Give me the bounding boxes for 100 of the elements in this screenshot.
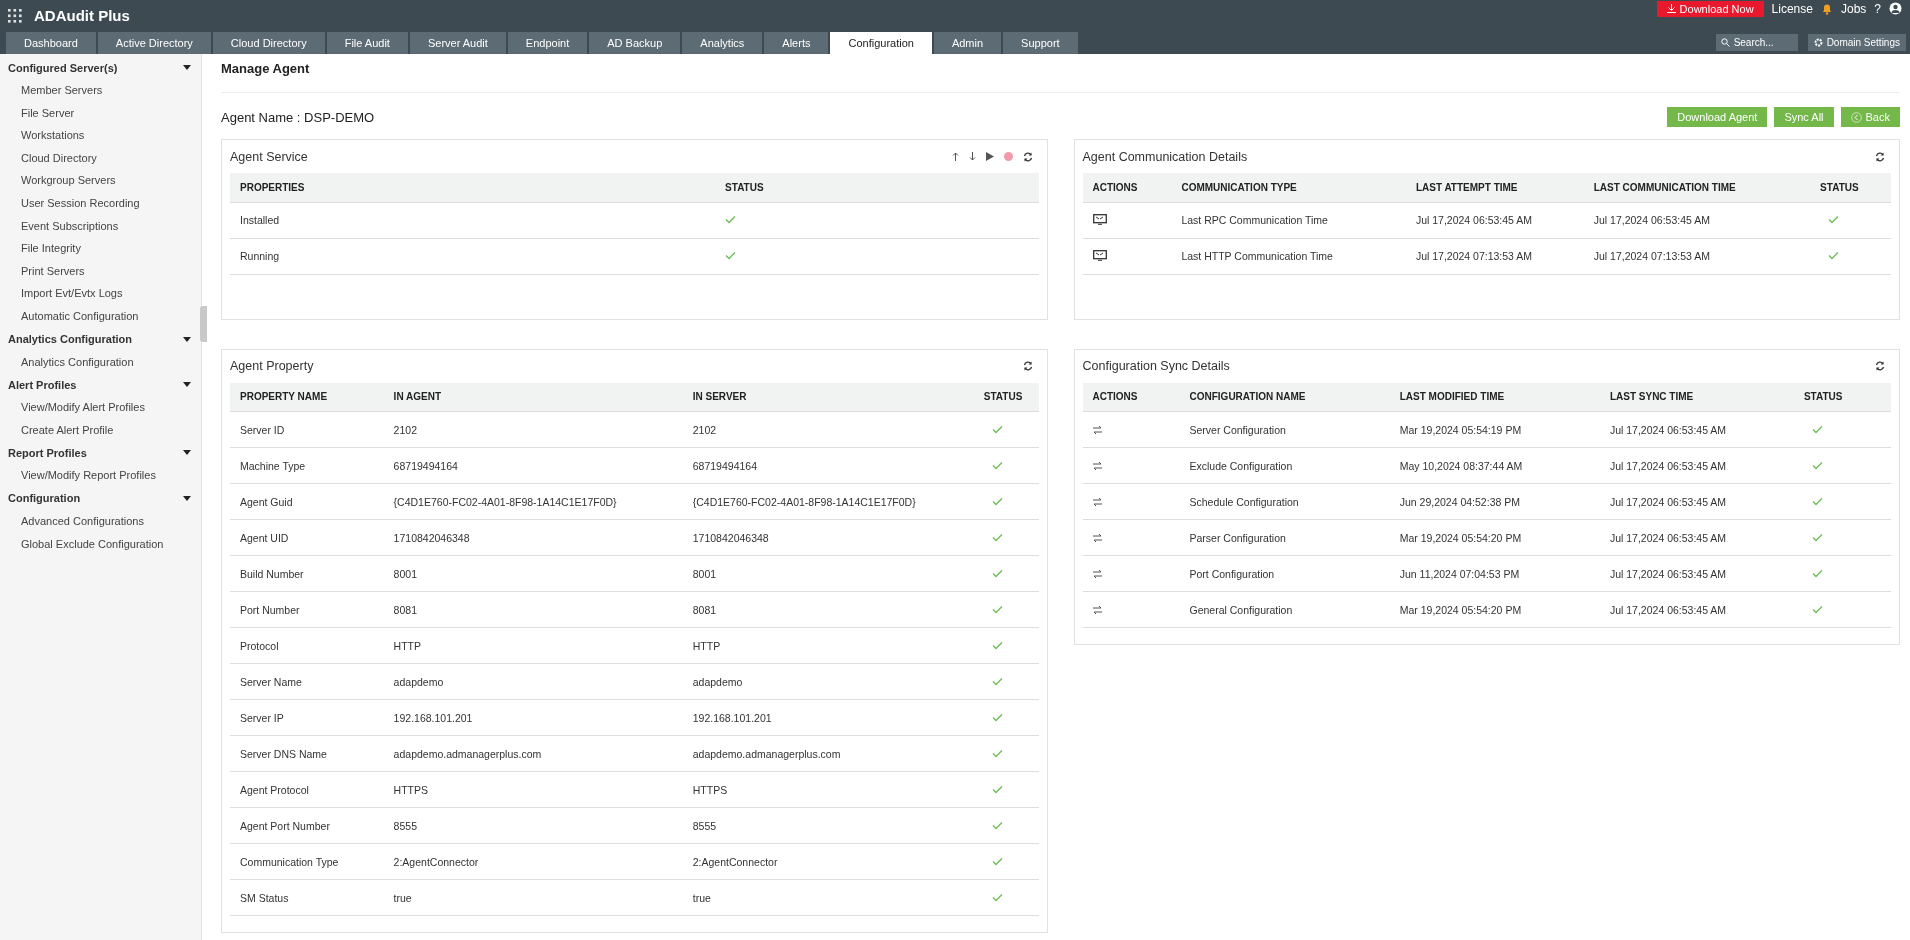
sidebar-item[interactable]: Cloud Directory bbox=[0, 146, 201, 170]
sidebar-item[interactable]: Workgroup Servers bbox=[0, 169, 201, 192]
table-cell: 8081 bbox=[383, 591, 683, 628]
table-cell: Jul 17,2024 06:53:45 AM bbox=[1599, 555, 1794, 592]
nav-tab[interactable]: File Audit bbox=[326, 32, 408, 54]
caret-icon[interactable] bbox=[183, 382, 191, 388]
table-cell: 2:AgentConnector bbox=[682, 843, 974, 880]
collapse-handle[interactable] bbox=[200, 306, 207, 342]
table-cell: Build Number bbox=[230, 555, 384, 592]
column-header: IN AGENT bbox=[383, 382, 683, 412]
nav-tab[interactable]: Cloud Directory bbox=[212, 32, 325, 54]
up-arrow-icon[interactable] bbox=[951, 152, 959, 161]
table-cell: Last HTTP Communication Time bbox=[1171, 238, 1406, 274]
table-cell: true bbox=[383, 879, 683, 916]
sidebar-item[interactable]: Global Exclude Configuration bbox=[0, 532, 201, 556]
table-cell: 68719494164 bbox=[682, 447, 974, 484]
nav-tab[interactable]: Support bbox=[1003, 32, 1078, 54]
sync-arrows-icon[interactable] bbox=[1092, 569, 1102, 578]
table-cell: HTTP bbox=[383, 627, 683, 664]
table-cell: 192.168.101.201 bbox=[383, 699, 683, 736]
caret-icon[interactable] bbox=[183, 450, 191, 456]
table-cell: General Configuration bbox=[1179, 591, 1390, 628]
nav-tab[interactable]: Admin bbox=[933, 32, 1002, 54]
column-header: LAST SYNC TIME bbox=[1599, 382, 1794, 412]
monitor-icon[interactable] bbox=[1092, 249, 1107, 261]
refresh-icon[interactable] bbox=[1022, 151, 1033, 162]
sidebar-item[interactable]: Analytics Configuration bbox=[0, 350, 201, 374]
table-cell: adapdemo bbox=[383, 663, 683, 700]
nav-tab[interactable]: Active Directory bbox=[97, 32, 211, 54]
sidebar-section-title: Analytics Configuration bbox=[8, 333, 133, 346]
jobs-link[interactable]: Jobs bbox=[1840, 1, 1867, 16]
table-cell: HTTPS bbox=[682, 771, 974, 808]
column-header: LAST COMMUNICATION TIME bbox=[1583, 173, 1811, 202]
down-arrow-icon[interactable] bbox=[968, 152, 976, 161]
grid-menu-icon[interactable] bbox=[8, 8, 22, 23]
sidebar-item[interactable]: Member Servers bbox=[0, 79, 201, 102]
sidebar-item[interactable]: File Integrity bbox=[0, 237, 201, 260]
column-header: COMMUNICATION TYPE bbox=[1171, 173, 1406, 202]
panel-title: Agent Service bbox=[230, 149, 308, 164]
table-cell: 8001 bbox=[383, 555, 683, 592]
table-cell: 8555 bbox=[682, 807, 974, 844]
play-icon[interactable] bbox=[985, 152, 994, 161]
sidebar-item[interactable]: View/Modify Alert Profiles bbox=[0, 396, 201, 419]
nav-tab[interactable]: Alerts bbox=[764, 32, 829, 54]
search-field[interactable]: Search... bbox=[1715, 34, 1798, 51]
table-cell: 2102 bbox=[682, 411, 974, 448]
sidebar-item[interactable]: Advanced Configurations bbox=[0, 509, 201, 533]
table-cell: Jul 17,2024 07:13:53 AM bbox=[1583, 238, 1811, 274]
table-cell: Machine Type bbox=[230, 447, 384, 484]
table-cell: Agent Protocol bbox=[230, 771, 384, 808]
sidebar-item[interactable]: Event Subscriptions bbox=[0, 214, 201, 238]
bell-icon[interactable] bbox=[1820, 2, 1833, 15]
refresh-icon[interactable] bbox=[1875, 151, 1885, 162]
caret-icon[interactable] bbox=[183, 336, 191, 342]
nav-tab[interactable]: Analytics bbox=[682, 32, 763, 54]
nav-tab[interactable]: Dashboard bbox=[6, 32, 96, 54]
sync-arrows-icon[interactable] bbox=[1092, 425, 1102, 434]
table-cell: Server Configuration bbox=[1179, 411, 1390, 448]
sidebar-item[interactable]: User Session Recording bbox=[0, 191, 201, 215]
nav-tab[interactable]: Endpoint bbox=[507, 32, 588, 54]
refresh-icon[interactable] bbox=[1875, 361, 1885, 371]
table-cell: Protocol bbox=[230, 627, 384, 664]
nav-tab[interactable]: Server Audit bbox=[409, 32, 506, 54]
table-cell: 8555 bbox=[383, 807, 683, 844]
domain-settings-button[interactable]: Domain Settings bbox=[1807, 34, 1906, 51]
table-cell: Mar 19,2024 05:54:20 PM bbox=[1389, 591, 1600, 628]
sync-arrows-icon[interactable] bbox=[1092, 533, 1102, 542]
page-title: Manage Agent bbox=[221, 54, 1900, 93]
sidebar-item[interactable]: Create Alert Profile bbox=[0, 418, 201, 442]
nav-tab[interactable]: Configuration bbox=[830, 32, 932, 54]
sync-arrows-icon[interactable] bbox=[1092, 497, 1102, 506]
table-cell: Jul 17,2024 06:53:45 AM bbox=[1599, 411, 1794, 448]
user-icon[interactable] bbox=[1889, 2, 1902, 15]
monitor-icon[interactable] bbox=[1092, 213, 1107, 225]
agent-name: Agent Name : DSP-DEMO bbox=[221, 109, 375, 125]
sidebar-item[interactable]: Print Servers bbox=[0, 259, 201, 283]
sync-arrows-icon[interactable] bbox=[1092, 605, 1102, 614]
table-cell: May 10,2024 08:37:44 AM bbox=[1389, 447, 1600, 484]
caret-icon[interactable] bbox=[183, 65, 191, 70]
sidebar-section-title: Configuration bbox=[8, 492, 81, 505]
table-cell: Port Number bbox=[230, 591, 384, 628]
sidebar-item[interactable]: View/Modify Report Profiles bbox=[0, 464, 201, 487]
refresh-icon[interactable] bbox=[1022, 361, 1033, 371]
table-cell: Exclude Configuration bbox=[1179, 447, 1390, 484]
sync-arrows-icon[interactable] bbox=[1092, 461, 1102, 470]
license-link[interactable]: License bbox=[1771, 1, 1813, 16]
table-cell: Jul 17,2024 06:53:45 AM bbox=[1599, 483, 1794, 520]
table-cell: {C4D1E760-FC02-4A01-8F98-1A14C1E17F0D} bbox=[682, 483, 974, 520]
sidebar-item[interactable]: Workstations bbox=[0, 124, 201, 147]
help-link[interactable]: ? bbox=[1874, 1, 1881, 16]
sidebar-item[interactable]: File Server bbox=[0, 101, 201, 125]
download-now-button[interactable]: Download Now bbox=[1656, 0, 1764, 17]
table-cell: Mar 19,2024 05:54:19 PM bbox=[1389, 411, 1600, 448]
caret-icon[interactable] bbox=[183, 495, 191, 501]
column-header: LAST ATTEMPT TIME bbox=[1405, 173, 1584, 202]
sidebar-item[interactable]: Import Evt/Evtx Logs bbox=[0, 282, 201, 305]
table-cell: Mar 19,2024 05:54:20 PM bbox=[1389, 519, 1600, 556]
table-cell: Communication Type bbox=[230, 843, 384, 880]
nav-tab[interactable]: AD Backup bbox=[589, 32, 681, 54]
sidebar-item[interactable]: Automatic Configuration bbox=[0, 304, 201, 328]
